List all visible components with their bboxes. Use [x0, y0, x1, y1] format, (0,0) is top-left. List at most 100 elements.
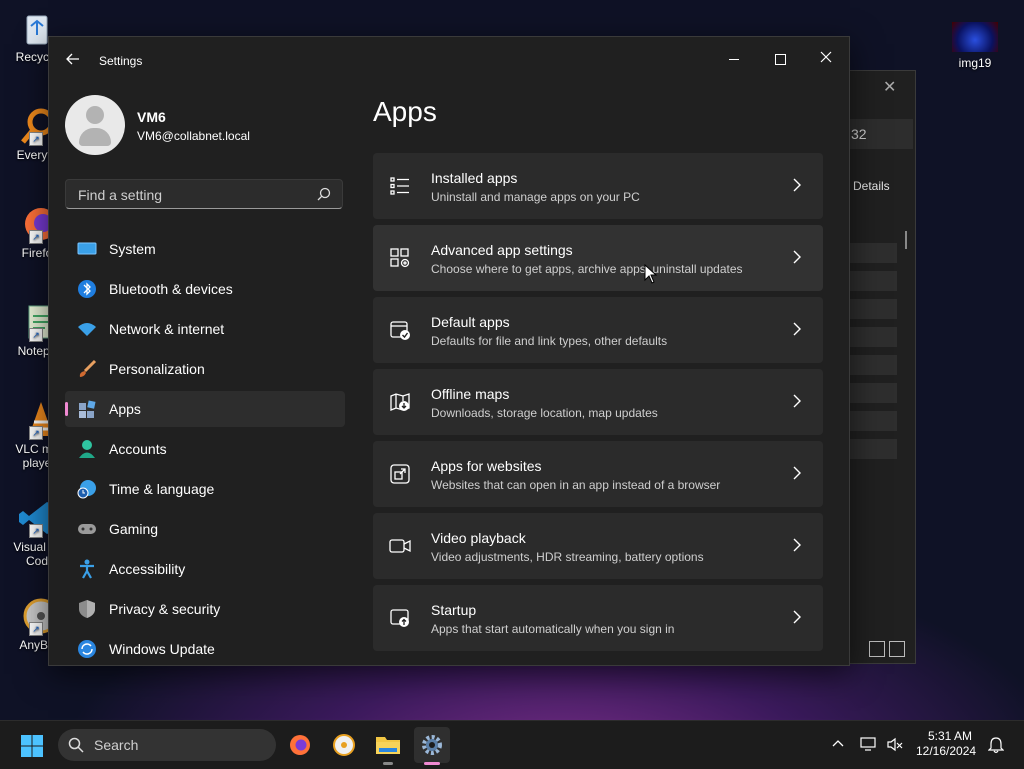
taskbar-app-2[interactable] [326, 727, 362, 763]
maximize-button[interactable] [757, 43, 803, 73]
card-installed-apps[interactable]: Installed apps Uninstall and manage apps… [373, 153, 823, 219]
folder-icon [376, 737, 400, 754]
maximize-icon [774, 53, 786, 65]
window-title: Settings [99, 54, 143, 68]
profile-name: VM6 [137, 109, 166, 125]
firefox-icon [290, 735, 310, 755]
video-camera-icon [389, 539, 411, 553]
scrollbar-thumb[interactable] [905, 231, 907, 249]
sidebar-item-time-language[interactable]: Time & language [65, 471, 345, 507]
sidebar-item-gaming[interactable]: Gaming [65, 511, 345, 547]
sidebar-item-label: Accessibility [109, 561, 186, 577]
list-item[interactable] [849, 243, 897, 263]
taskbar-search[interactable]: Search [58, 729, 276, 761]
card-title: Offline maps [431, 386, 510, 402]
card-advanced-app-settings[interactable]: Advanced app settings Choose where to ge… [373, 225, 823, 291]
sidebar-item-label: Accounts [109, 441, 167, 457]
sidebar-item-label: Windows Update [109, 641, 215, 657]
sidebar-item-accounts[interactable]: Accounts [65, 431, 345, 467]
volume-muted-icon[interactable] [886, 737, 904, 753]
card-subtitle: Video adjustments, HDR streaming, batter… [431, 550, 704, 564]
avatar [65, 95, 125, 155]
search-icon[interactable] [316, 186, 332, 202]
gamepad-icon [77, 519, 97, 539]
windows-start-icon[interactable] [20, 734, 44, 758]
tiles-view-icon[interactable] [889, 641, 905, 657]
minimize-icon [729, 58, 739, 60]
sidebar-item-privacy-security[interactable]: Privacy & security [65, 591, 345, 627]
chevron-right-icon [793, 538, 801, 552]
user-profile[interactable]: VM6 VM6@collabnet.local [65, 95, 250, 155]
search-input[interactable] [76, 180, 310, 210]
card-default-apps[interactable]: Default apps Defaults for file and link … [373, 297, 823, 363]
sidebar-item-label: Network & internet [109, 321, 225, 337]
chevron-right-icon [793, 178, 801, 192]
sidebar-item-network[interactable]: Network & internet [65, 311, 345, 347]
list-item[interactable] [849, 271, 897, 291]
card-startup[interactable]: Startup Apps that start automatically wh… [373, 585, 823, 651]
arrow-left-icon [66, 53, 79, 65]
list-item[interactable] [849, 327, 897, 347]
details-label[interactable]: Details [853, 179, 890, 193]
taskbar-firefox[interactable] [282, 727, 318, 763]
list-item[interactable] [849, 411, 897, 431]
clock[interactable]: 5:31 AM 12/16/2024 [916, 729, 977, 759]
taskbar-settings[interactable] [414, 727, 450, 765]
sidebar-item-accessibility[interactable]: Accessibility [65, 551, 345, 587]
card-title: Apps for websites [431, 458, 542, 474]
taskbar: Search 5:31 AM 12/16/2024 [0, 720, 1024, 769]
sidebar-item-label: Privacy & security [109, 601, 221, 617]
wifi-icon [77, 319, 97, 339]
chevron-right-icon [793, 322, 801, 336]
mouse-cursor-icon [644, 264, 658, 284]
list-item[interactable] [849, 383, 897, 403]
close-icon [820, 51, 832, 63]
gear-icon [422, 735, 442, 755]
chevron-right-icon [793, 394, 801, 408]
taskbar-file-explorer[interactable] [370, 727, 406, 765]
chevron-up-icon[interactable] [832, 739, 844, 747]
desktop-icon-img19[interactable]: img19 [946, 22, 1004, 70]
sidebar-item-personalization[interactable]: Personalization [65, 351, 345, 387]
brush-icon [77, 359, 97, 379]
active-indicator [424, 762, 440, 765]
minimize-button[interactable] [711, 43, 757, 73]
sidebar-item-apps[interactable]: Apps [65, 391, 345, 427]
close-icon[interactable]: ✕ [883, 77, 896, 97]
card-apps-for-websites[interactable]: Apps for websites Websites that can open… [373, 441, 823, 507]
sidebar-item-label: Apps [109, 401, 141, 417]
card-title: Video playback [431, 530, 526, 546]
list-item[interactable] [849, 355, 897, 375]
sidebar-item-label: System [109, 241, 156, 257]
sidebar-nav: System Bluetooth & devices Network & int… [65, 231, 345, 665]
network-icon[interactable] [860, 737, 878, 751]
sidebar-item-windows-update[interactable]: Windows Update [65, 631, 345, 665]
card-offline-maps[interactable]: Offline maps Downloads, storage location… [373, 369, 823, 435]
shield-icon [77, 599, 97, 619]
settings-search-box [65, 179, 343, 210]
settings-window: Settings VM6 VM6@collabnet.local System … [48, 36, 850, 666]
update-icon [77, 639, 97, 659]
sidebar-item-label: Personalization [109, 361, 205, 377]
details-view-icon[interactable] [869, 641, 885, 657]
list-item[interactable] [849, 439, 897, 459]
close-button[interactable] [803, 43, 849, 73]
view-toggle [869, 641, 905, 657]
main-content: Apps Installed apps Uninstall and manage… [373, 95, 825, 657]
card-subtitle: Defaults for file and link types, other … [431, 334, 668, 348]
clock-time: 5:31 AM [927, 729, 972, 743]
back-button[interactable] [61, 51, 85, 71]
card-video-playback[interactable]: Video playback Video adjustments, HDR st… [373, 513, 823, 579]
running-indicator [383, 762, 393, 765]
notification-bell-icon[interactable] [988, 736, 1004, 754]
sidebar-item-system[interactable]: System [65, 231, 345, 267]
sidebar-item-bluetooth[interactable]: Bluetooth & devices [65, 271, 345, 307]
taskbar-search-label: Search [94, 737, 139, 753]
clock-date: 12/16/2024 [916, 744, 977, 758]
card-subtitle: Apps that start automatically when you s… [431, 622, 675, 636]
accounts-icon [77, 439, 97, 459]
list-item[interactable] [849, 299, 897, 319]
sidebar-item-label: Time & language [109, 481, 215, 497]
card-title: Advanced app settings [431, 242, 573, 258]
background-window-field[interactable]: 32 [841, 119, 913, 149]
